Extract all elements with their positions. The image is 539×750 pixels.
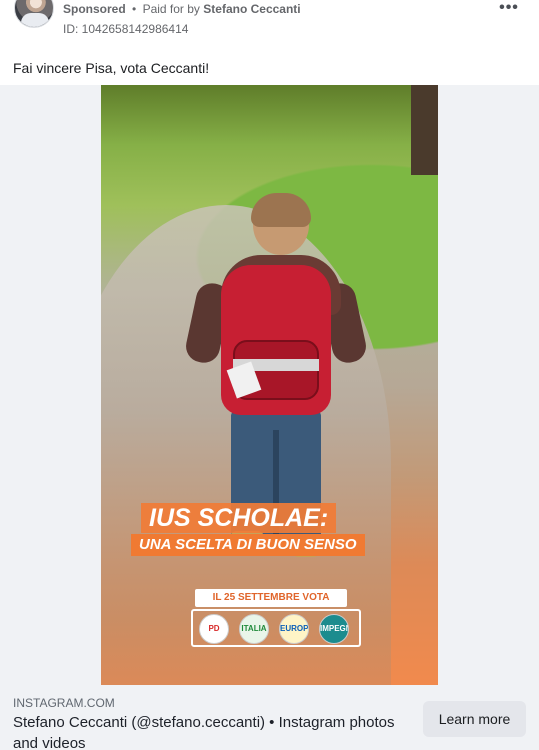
separator-dot: • [132, 2, 137, 16]
vote-date-banner: IL 25 SETTEMBRE VOTA [195, 589, 347, 607]
ad-header: Sponsored • Paid for by Stefano Ceccanti… [0, 0, 539, 50]
post-caption: Fai vincere Pisa, vota Ceccanti! [13, 60, 210, 76]
avatar-shirt [21, 13, 49, 27]
ad-creative-image[interactable]: IUS SCHOLAE: UNA SCELTA DI BUON SENSO IL… [101, 85, 438, 685]
creative-headline: IUS SCHOLAE: [141, 503, 337, 533]
red-backpack [221, 265, 331, 415]
ad-media[interactable]: IUS SCHOLAE: UNA SCELTA DI BUON SENSO IL… [0, 85, 539, 685]
link-title[interactable]: Stefano Ceccanti (@stefano.ceccanti) • I… [13, 712, 403, 750]
creative-subheadline: UNA SCELTA DI BUON SENSO [131, 534, 365, 556]
ad-id: ID: 1042658142986414 [63, 22, 189, 36]
sponsored-meta: Sponsored • Paid for by Stefano Ceccanti [63, 2, 301, 16]
europa-logo-icon: EUROPA [279, 614, 309, 644]
more-horizontal-icon[interactable]: ••• [497, 0, 521, 18]
party-logos-strip: PD ITALIA DEMOCRATICA EUROPA IMPEGNO CIV… [191, 609, 361, 647]
link-domain: INSTAGRAM.COM [13, 696, 115, 710]
impegno-civico-logo-icon: IMPEGNO CIVICO [319, 614, 349, 644]
pd-logo-icon: PD [199, 614, 229, 644]
tree-trunk [411, 85, 438, 175]
link-preview[interactable]: INSTAGRAM.COM Stefano Ceccanti (@stefano… [0, 685, 539, 750]
sponsored-label: Sponsored [63, 2, 126, 16]
learn-more-button[interactable]: Learn more [423, 701, 526, 737]
paid-for-prefix: Paid for by [142, 2, 200, 16]
advertiser-avatar[interactable] [14, 0, 54, 28]
italia-democratica-logo-icon: ITALIA DEMOCRATICA [239, 614, 269, 644]
child-hair [251, 193, 311, 227]
payer-name[interactable]: Stefano Ceccanti [203, 2, 300, 16]
